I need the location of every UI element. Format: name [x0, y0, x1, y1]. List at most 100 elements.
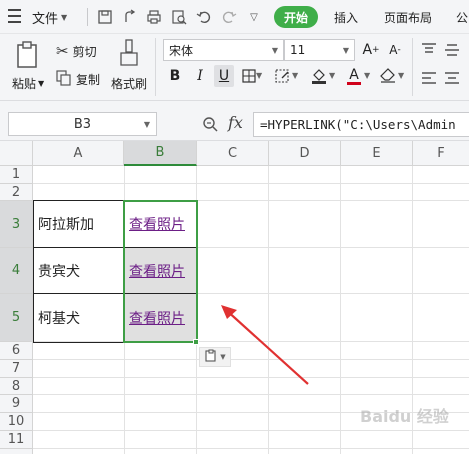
scissors-icon: ✂	[56, 42, 69, 60]
redo-icon[interactable]	[220, 8, 238, 26]
insert-function-button[interactable]: fx	[228, 113, 243, 132]
row-header-10[interactable]: 10	[0, 413, 33, 431]
watermark: Baidu 经验	[360, 407, 449, 426]
row-header-2[interactable]: 2	[0, 184, 33, 201]
hamburger-menu-icon[interactable]	[6, 9, 22, 23]
row-header-12[interactable]	[0, 449, 33, 454]
chevron-down-icon[interactable]: ▼	[398, 71, 404, 80]
cell-b3[interactable]: 查看照片	[125, 201, 196, 247]
paste-button[interactable]: 粘贴 ▼	[12, 75, 44, 92]
paste-label: 粘贴	[12, 77, 37, 91]
align-middle-icon[interactable]	[444, 43, 460, 57]
align-left-icon[interactable]	[421, 71, 437, 85]
brush-icon[interactable]	[118, 39, 140, 67]
font-color-icon[interactable]: A	[344, 65, 364, 87]
tab-page-layout[interactable]: 页面布局	[384, 8, 432, 26]
column-header-f[interactable]: F	[413, 141, 469, 166]
row-header-9[interactable]: 9	[0, 395, 33, 413]
gridline	[340, 166, 341, 454]
tab-insert[interactable]: 插入	[334, 8, 358, 26]
tab-start[interactable]: 开始	[274, 6, 318, 28]
row-header-8[interactable]: 8	[0, 378, 33, 395]
hyperlink[interactable]: 查看照片	[129, 214, 185, 234]
spreadsheet-grid: A B C D E F 1 2 3 4 5 6 7 8 9 10 11 阿拉斯加…	[0, 141, 469, 454]
cell-style-icon[interactable]	[272, 65, 292, 87]
font-name-value: 宋体	[169, 43, 194, 58]
menu-bar: 文件 ▼ ▽ 开始 插入 页面布局 公	[0, 0, 469, 34]
save-icon[interactable]	[96, 8, 114, 26]
customize-chevron-icon[interactable]: ▽	[245, 8, 263, 26]
hyperlink[interactable]: 查看照片	[129, 261, 185, 281]
chevron-down-icon: ▼	[61, 12, 68, 22]
column-header-c[interactable]: C	[197, 141, 269, 166]
fill-color-icon[interactable]	[309, 65, 329, 87]
print-preview-icon[interactable]	[170, 8, 188, 26]
paste-icon[interactable]	[12, 40, 42, 70]
font-size-select[interactable]: 11 ▼	[284, 39, 355, 61]
chevron-down-icon[interactable]: ▼	[256, 71, 262, 80]
paste-options-button[interactable]: ▼	[199, 347, 231, 367]
divider	[87, 8, 88, 26]
chevron-down-icon[interactable]: ▼	[329, 71, 335, 80]
export-icon[interactable]	[121, 8, 139, 26]
print-icon[interactable]	[145, 8, 163, 26]
paste-options-icon	[204, 349, 218, 366]
chevron-down-icon: ▼	[220, 353, 226, 361]
gridline	[33, 448, 469, 449]
copy-icon	[56, 70, 72, 89]
cell-a4[interactable]: 贵宾犬	[34, 248, 124, 293]
red-arrow-annotation	[221, 305, 309, 385]
file-menu[interactable]: 文件 ▼	[32, 8, 68, 27]
hyperlink[interactable]: 查看照片	[129, 308, 185, 328]
chevron-down-icon[interactable]: ▼	[144, 120, 150, 129]
cell-a5[interactable]: 柯基犬	[34, 294, 124, 341]
select-all-corner[interactable]	[0, 141, 33, 166]
chevron-down-icon[interactable]: ▼	[292, 71, 298, 80]
copy-label: 复制	[76, 73, 101, 87]
chevron-down-icon: ▼	[38, 79, 45, 88]
divider	[155, 38, 156, 96]
align-top-icon[interactable]	[421, 43, 437, 57]
format-painter-button[interactable]: 格式刷	[111, 75, 147, 92]
column-header-e[interactable]: E	[341, 141, 413, 166]
copy-button[interactable]: 复制	[56, 70, 100, 89]
row-header-3[interactable]: 3	[0, 201, 33, 248]
cell-a3[interactable]: 阿拉斯加	[34, 201, 124, 247]
cell-b4[interactable]: 查看照片	[125, 248, 196, 293]
undo-icon[interactable]	[195, 8, 213, 26]
gridline	[33, 430, 469, 431]
column-header-a[interactable]: A	[33, 141, 124, 166]
cell-b5[interactable]: 查看照片	[125, 294, 196, 341]
name-box[interactable]: B3 ▼	[8, 112, 157, 136]
chevron-down-icon[interactable]: ▼	[364, 71, 370, 80]
row-header-4[interactable]: 4	[0, 248, 33, 294]
ribbon: 粘贴 ▼ ✂ 剪切 复制 格式刷 宋体 ▼ 11 ▼ A + A- B I U ▼ ▼ ▼…	[0, 34, 469, 101]
font-name-select[interactable]: 宋体 ▼	[163, 39, 284, 61]
gridline	[33, 183, 469, 184]
bold-button[interactable]: B	[165, 65, 185, 87]
increase-font-size-icon[interactable]: A +	[361, 39, 381, 61]
italic-button[interactable]: I	[190, 65, 210, 87]
align-center-icon[interactable]	[444, 71, 460, 85]
column-header-d[interactable]: D	[269, 141, 341, 166]
row-header-6[interactable]: 6	[0, 342, 33, 360]
clear-format-icon[interactable]	[378, 65, 398, 87]
chevron-down-icon: ▼	[271, 45, 278, 55]
zoom-icon[interactable]	[202, 116, 218, 132]
file-menu-label: 文件	[32, 11, 59, 27]
cut-label: 剪切	[72, 44, 97, 59]
font-size-value: 11	[290, 43, 306, 57]
chevron-down-icon: ▼	[342, 45, 349, 55]
row-header-1[interactable]: 1	[0, 166, 33, 184]
underline-button[interactable]: U	[214, 65, 234, 87]
tab-formulas[interactable]: 公	[456, 8, 468, 26]
row-header-7[interactable]: 7	[0, 360, 33, 378]
gridline	[33, 394, 469, 395]
divider	[412, 38, 413, 96]
cut-button[interactable]: ✂ 剪切	[56, 42, 97, 60]
formula-input[interactable]: =HYPERLINK("C:\Users\Admin	[253, 112, 469, 137]
row-header-5[interactable]: 5	[0, 294, 33, 342]
row-header-11[interactable]: 11	[0, 431, 33, 449]
decrease-font-size-icon[interactable]: A-	[385, 39, 405, 61]
column-header-b[interactable]: B	[124, 141, 197, 166]
